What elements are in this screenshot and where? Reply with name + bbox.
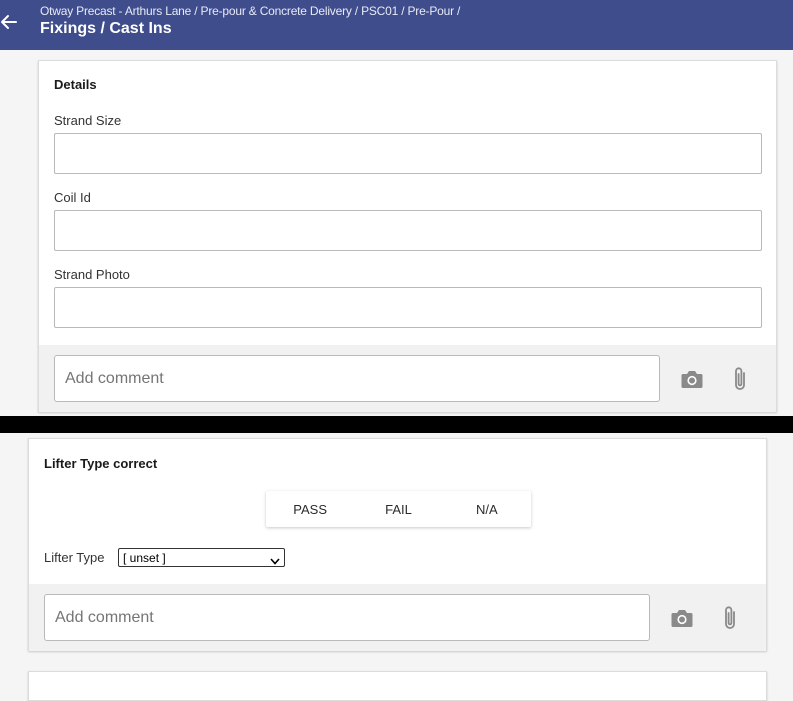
pass-button[interactable]: PASS bbox=[266, 491, 354, 527]
camera-icon[interactable] bbox=[668, 604, 696, 632]
paperclip-icon[interactable] bbox=[716, 604, 744, 632]
add-comment-input[interactable]: Add comment bbox=[54, 355, 660, 402]
na-button[interactable]: N/A bbox=[443, 491, 531, 527]
strand-photo-label: Strand Photo bbox=[54, 267, 130, 282]
pass-fail-na-toggle: PASS FAIL N/A bbox=[266, 491, 531, 527]
chevron-down-icon bbox=[270, 554, 280, 568]
add-comment-input[interactable]: Add comment bbox=[44, 594, 650, 641]
coil-id-field[interactable] bbox=[54, 210, 762, 251]
section-title-details: Details bbox=[54, 77, 97, 92]
lifter-type-select[interactable]: [ unset ] bbox=[118, 548, 285, 567]
lifter-type-card: Lifter Type correct PASS FAIL N/A Lifter… bbox=[28, 438, 767, 651]
page-title: Fixings / Cast Ins bbox=[40, 20, 172, 37]
next-card bbox=[28, 671, 767, 701]
section-title-lifter: Lifter Type correct bbox=[44, 456, 158, 471]
coil-id-label: Coil Id bbox=[54, 190, 91, 205]
strand-size-field[interactable] bbox=[54, 133, 762, 174]
fail-button[interactable]: FAIL bbox=[354, 491, 442, 527]
lifter-type-label: Lifter Type bbox=[44, 550, 105, 565]
breadcrumb: Otway Precast - Arthurs Lane / Pre-pour … bbox=[40, 4, 461, 18]
divider-band bbox=[0, 416, 793, 433]
camera-icon[interactable] bbox=[678, 365, 706, 393]
paperclip-icon[interactable] bbox=[726, 365, 754, 393]
comment-bar: Add comment bbox=[29, 584, 766, 651]
app-header: Otway Precast - Arthurs Lane / Pre-pour … bbox=[0, 0, 793, 50]
back-arrow-icon[interactable] bbox=[0, 8, 18, 36]
comment-bar: Add comment bbox=[39, 345, 776, 412]
strand-photo-field[interactable] bbox=[54, 287, 762, 328]
details-card: Details Strand Size Coil Id Strand Photo… bbox=[38, 60, 777, 412]
lifter-type-select-value: [ unset ] bbox=[123, 550, 166, 565]
strand-size-label: Strand Size bbox=[54, 113, 122, 128]
